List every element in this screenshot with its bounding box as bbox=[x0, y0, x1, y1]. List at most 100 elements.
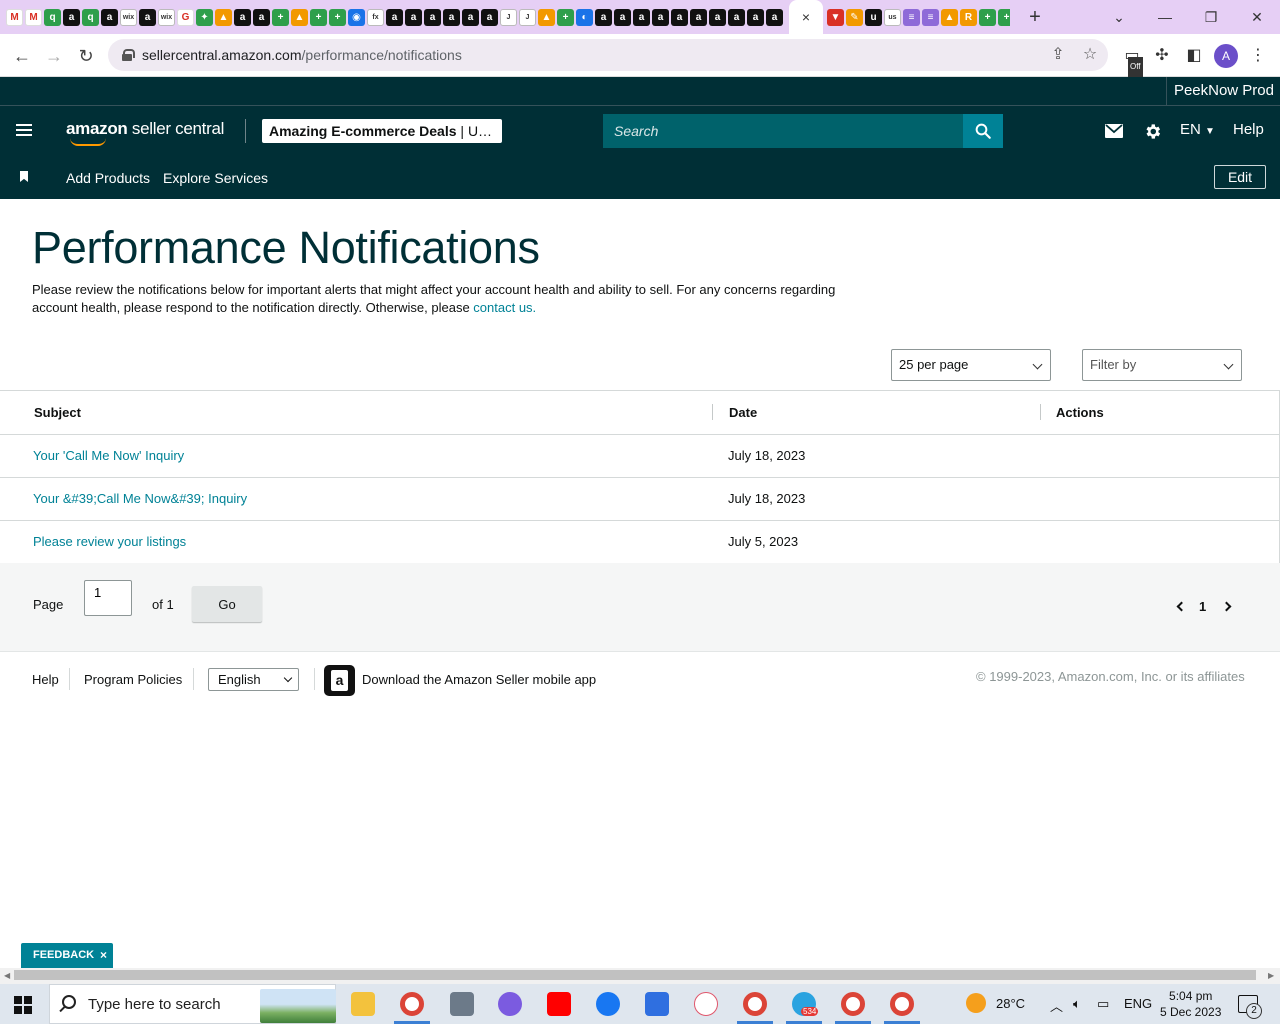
gmail-tab-icon[interactable]: M bbox=[6, 8, 23, 26]
scroll-right-icon[interactable]: ▶ bbox=[1268, 971, 1274, 980]
amazon-tab-icon[interactable]: a bbox=[63, 8, 80, 26]
amazon-tab-icon[interactable]: a bbox=[690, 8, 707, 26]
sheets-tab-icon[interactable]: + bbox=[329, 8, 346, 26]
forward-arrow-icon[interactable]: → bbox=[42, 44, 66, 68]
copilot-icon[interactable] bbox=[498, 992, 522, 1016]
file-explorer-icon[interactable] bbox=[351, 992, 375, 1016]
footer-help-link[interactable]: Help bbox=[32, 672, 59, 687]
account-switcher[interactable]: PeekNow Prod bbox=[1165, 77, 1280, 105]
extension-off-icon[interactable]: ▭ Off bbox=[1122, 46, 1143, 77]
rush-tab-icon[interactable]: R bbox=[960, 8, 977, 26]
forms-tab-icon[interactable]: ≡ bbox=[922, 8, 939, 26]
scrollbar-thumb[interactable] bbox=[14, 970, 1256, 980]
previous-page-chevron-icon[interactable] bbox=[1176, 601, 1187, 612]
footer-program-policies-link[interactable]: Program Policies bbox=[84, 672, 182, 687]
shield-tab-icon[interactable]: ▼ bbox=[827, 8, 844, 26]
search-button[interactable] bbox=[963, 114, 1003, 148]
quickbooks-tab-icon[interactable]: q bbox=[44, 8, 61, 26]
search-input[interactable] bbox=[603, 114, 963, 148]
drive-tab-icon[interactable]: ▲ bbox=[538, 8, 555, 26]
amazon-tab-icon[interactable]: a bbox=[405, 8, 422, 26]
amazon-tab-icon[interactable]: a bbox=[633, 8, 650, 26]
amazon-tab-icon[interactable]: a bbox=[652, 8, 669, 26]
nav-explore-services[interactable]: Explore Services bbox=[163, 170, 268, 186]
scroll-left-icon[interactable]: ◀ bbox=[4, 971, 10, 980]
footer-language-select[interactable]: English bbox=[208, 668, 299, 691]
amazon-tab-icon[interactable]: a bbox=[671, 8, 688, 26]
amazon-tab-icon[interactable]: a bbox=[766, 8, 783, 26]
amazon-tab-icon[interactable]: a bbox=[101, 8, 118, 26]
network-icon[interactable]: ▭ bbox=[1097, 996, 1109, 1012]
contact-us-link[interactable]: contact us. bbox=[473, 300, 536, 315]
windows-start-icon[interactable] bbox=[14, 996, 32, 1014]
snipping-tool-icon[interactable] bbox=[694, 992, 718, 1016]
back-arrow-icon[interactable]: ← bbox=[10, 44, 34, 68]
drive-tab-icon[interactable]: ▲ bbox=[291, 8, 308, 26]
amazon-tab-icon[interactable]: a bbox=[234, 8, 251, 26]
help-link[interactable]: Help bbox=[1233, 121, 1264, 138]
horizontal-scrollbar[interactable]: ◀ ▶ bbox=[0, 968, 1280, 984]
gmail-tab-icon[interactable]: M bbox=[25, 8, 42, 26]
weather-icon[interactable] bbox=[966, 993, 986, 1013]
feedback-close-icon[interactable]: × bbox=[100, 943, 107, 968]
drive-tab-icon[interactable]: ▲ bbox=[941, 8, 958, 26]
share-icon[interactable]: ⇪ bbox=[1048, 45, 1068, 65]
sheets-tab-icon[interactable]: + bbox=[557, 8, 574, 26]
drive-tab-icon[interactable]: ▲ bbox=[215, 8, 232, 26]
amazon-tab-icon[interactable]: a bbox=[728, 8, 745, 26]
script-tab-icon[interactable]: J bbox=[519, 8, 536, 26]
side-panel-icon[interactable]: ◧ bbox=[1184, 46, 1204, 66]
edit-bookmarks-button[interactable]: Edit bbox=[1214, 165, 1266, 189]
chrome-profile-icon[interactable] bbox=[743, 992, 767, 1016]
tab-search-chevron-icon[interactable]: ⌄ bbox=[1096, 0, 1142, 34]
youtube-icon[interactable] bbox=[547, 992, 571, 1016]
new-tab-icon[interactable]: + bbox=[1024, 6, 1046, 28]
go-button[interactable]: Go bbox=[192, 586, 262, 622]
feedback-button[interactable]: FEEDBACK × bbox=[21, 943, 113, 968]
amazon-tab-icon[interactable]: a bbox=[595, 8, 612, 26]
minimize-icon[interactable]: — bbox=[1142, 0, 1188, 34]
forms-tab-icon[interactable]: ≡ bbox=[903, 8, 920, 26]
amazon-tab-icon[interactable]: a bbox=[424, 8, 441, 26]
settings-gear-icon[interactable] bbox=[1142, 121, 1162, 141]
active-tab-close-icon[interactable]: × bbox=[789, 0, 823, 34]
sheets-tab-icon[interactable]: + bbox=[272, 8, 289, 26]
facebook-icon[interactable] bbox=[596, 992, 620, 1016]
nav-add-products[interactable]: Add Products bbox=[66, 170, 150, 186]
notification-subject-link[interactable]: Please review your listings bbox=[33, 534, 186, 549]
browser-menu-icon[interactable]: ⋮ bbox=[1248, 46, 1268, 66]
chrome-profile-icon[interactable] bbox=[841, 992, 865, 1016]
photos-tab-icon[interactable]: ◐ bbox=[576, 8, 593, 26]
profile-avatar[interactable]: A bbox=[1214, 44, 1238, 68]
page-number-input[interactable] bbox=[84, 580, 132, 616]
temperature-label[interactable]: 28°C bbox=[996, 996, 1025, 1011]
chrome-profile-icon[interactable] bbox=[890, 992, 914, 1016]
google-tab-icon[interactable]: G bbox=[177, 8, 194, 26]
fedex-tab-icon[interactable]: fx bbox=[367, 8, 384, 26]
notification-subject-link[interactable]: Your 'Call Me Now' Inquiry bbox=[33, 448, 184, 463]
system-clock[interactable]: 5:04 pm 5 Dec 2023 bbox=[1160, 988, 1221, 1020]
amazon-tab-icon[interactable]: a bbox=[481, 8, 498, 26]
hamburger-menu-icon[interactable] bbox=[16, 124, 32, 136]
column-header-date[interactable]: Date bbox=[729, 405, 757, 420]
amazon-tab-icon[interactable]: a bbox=[139, 8, 156, 26]
amazon-tab-icon[interactable]: a bbox=[747, 8, 764, 26]
mail-icon[interactable] bbox=[1104, 121, 1124, 141]
extensions-puzzle-icon[interactable]: ✣ bbox=[1152, 46, 1172, 66]
seller-app-icon[interactable]: a bbox=[324, 665, 355, 696]
amazon-tab-icon[interactable]: a bbox=[614, 8, 631, 26]
puzzle-tab-icon[interactable]: ✦ bbox=[196, 8, 213, 26]
sheets-tab-icon[interactable]: + bbox=[998, 8, 1010, 26]
input-language-label[interactable]: ENG bbox=[1124, 996, 1152, 1011]
download-app-link[interactable]: Download the Amazon Seller mobile app bbox=[362, 672, 596, 687]
current-page-number[interactable]: 1 bbox=[1199, 599, 1206, 614]
usps-tab-icon[interactable]: us bbox=[884, 8, 901, 26]
microsoft-store-icon[interactable] bbox=[645, 992, 669, 1016]
address-bar[interactable]: sellercentral.amazon.com/performance/not… bbox=[108, 39, 1108, 71]
quickbooks-tab-icon[interactable]: q bbox=[82, 8, 99, 26]
amazon-tab-icon[interactable]: a bbox=[443, 8, 460, 26]
amazon-tab-icon[interactable]: a bbox=[462, 8, 479, 26]
per-page-select[interactable]: 25 per page bbox=[891, 349, 1051, 381]
column-header-subject[interactable]: Subject bbox=[34, 405, 81, 420]
sheets-tab-icon[interactable]: + bbox=[979, 8, 996, 26]
